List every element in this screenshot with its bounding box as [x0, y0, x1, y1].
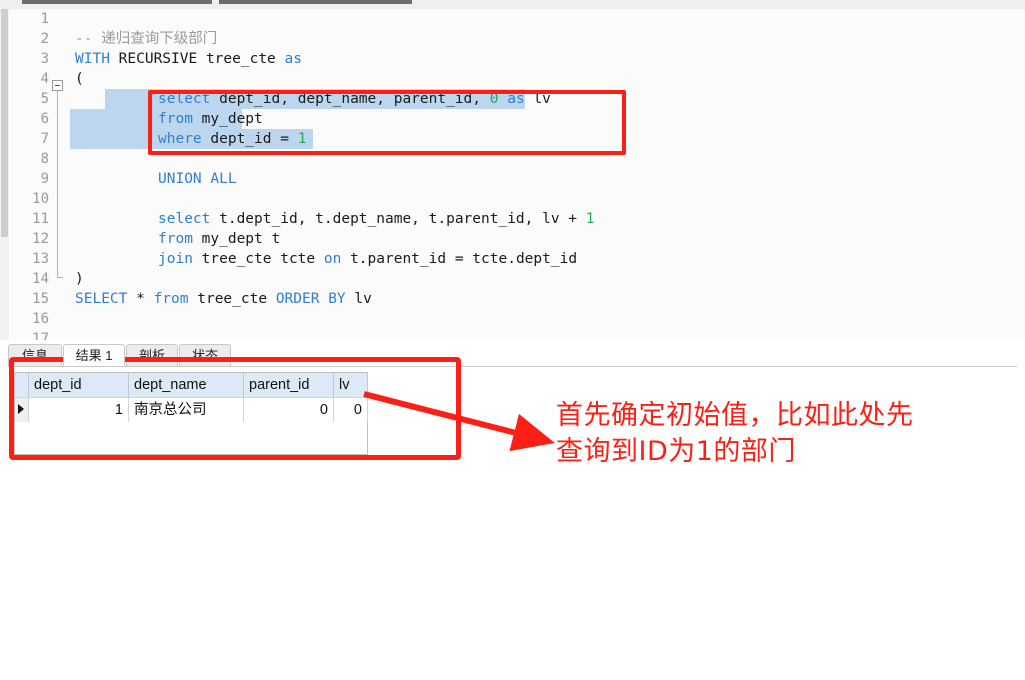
annotation-text: 首先确定初始值，比如此处先 查询到ID为1的部门 — [556, 398, 1006, 470]
line-number: 11 — [32, 211, 49, 227]
code-line[interactable]: 15 SELECT * from tree_cte ORDER BY lv — [9, 289, 1025, 309]
line-number: 2 — [40, 31, 49, 47]
line-content: UNION ALL — [158, 171, 237, 187]
code-line[interactable]: 14 ) — [9, 269, 1025, 289]
line-number: 17 — [32, 331, 49, 340]
code-line[interactable]: 11 select t.dept_id, t.dept_name, t.pare… — [9, 209, 1025, 229]
code-line[interactable]: 2 -- 递归查询下级部门 — [9, 29, 1025, 49]
line-content: from my_dept t — [158, 231, 281, 247]
line-number: 8 — [40, 151, 49, 167]
line-content: join tree_cte tcte on t.parent_id = tcte… — [158, 251, 578, 267]
line-number: 15 — [32, 291, 49, 307]
line-number: 13 — [32, 251, 49, 267]
line-number: 16 — [32, 311, 49, 327]
annotation-rect-anchor-query — [148, 90, 626, 155]
scrollbar-thumb[interactable] — [1, 9, 8, 237]
line-content: WITH RECURSIVE tree_cte as — [75, 51, 302, 67]
code-line[interactable]: 4 ( — [9, 69, 1025, 89]
line-content: select t.dept_id, t.dept_name, t.parent_… — [158, 211, 595, 227]
code-line[interactable]: 17 — [9, 329, 1025, 340]
code-line[interactable]: 3 WITH RECURSIVE tree_cte as — [9, 49, 1025, 69]
line-number: 7 — [40, 131, 49, 147]
code-line[interactable]: 16 — [9, 309, 1025, 329]
code-line[interactable]: 12 from my_dept t — [9, 229, 1025, 249]
sql-code-editor[interactable]: 1 2 -- 递归查询下级部门 3 WITH RECURSIVE tree_ct… — [9, 9, 1025, 340]
toolbar-strip — [0, 0, 1025, 9]
line-number: 6 — [40, 111, 49, 127]
code-line[interactable]: 13 join tree_cte tcte on t.parent_id = t… — [9, 249, 1025, 269]
annotation-arrow-icon — [363, 391, 555, 452]
annotation-text-line-1: 首先确定初始值，比如此处先 — [556, 400, 914, 431]
annotation-text-line-2: 查询到ID为1的部门 — [556, 436, 796, 467]
code-line[interactable]: 10 — [9, 189, 1025, 209]
line-number: 4 — [40, 71, 49, 87]
toolbar-segment-right[interactable] — [219, 0, 412, 4]
line-content: SELECT * from tree_cte ORDER BY lv — [75, 291, 372, 307]
line-number: 12 — [32, 231, 49, 247]
code-line[interactable]: 9 UNION ALL — [9, 169, 1025, 189]
line-number: 1 — [40, 11, 49, 27]
toolbar-segment-left[interactable] — [22, 0, 212, 4]
line-number: 3 — [40, 51, 49, 67]
line-content: ( — [75, 71, 84, 87]
code-line[interactable]: 1 — [9, 9, 1025, 29]
line-number: 14 — [32, 271, 49, 287]
line-content: ) — [75, 271, 84, 287]
line-number: 9 — [40, 171, 49, 187]
line-number: 5 — [40, 91, 49, 107]
line-content: -- 递归查询下级部门 — [75, 31, 218, 47]
editor-vertical-scrollbar[interactable] — [0, 9, 9, 340]
line-number: 10 — [32, 191, 49, 207]
results-panel: 信息 结果 1 剖析 状态 dept_id dept_name parent_i… — [0, 340, 1025, 680]
tab-result[interactable]: 结果 1 — [63, 344, 125, 366]
